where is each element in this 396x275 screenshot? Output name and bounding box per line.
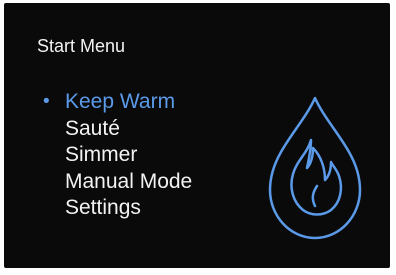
menu-item-label: Settings (65, 196, 141, 220)
menu-item-label: Simmer (65, 143, 138, 167)
flame-icon (267, 94, 363, 244)
menu-title: Start Menu (37, 36, 126, 56)
menu-item-label: Manual Mode (65, 169, 193, 193)
selection-bullet-icon: • (43, 91, 50, 113)
menu-item-manual-mode[interactable]: Manual Mode (43, 169, 192, 196)
menu-item-keep-warm[interactable]: • Keep Warm (43, 89, 192, 116)
menu-item-simmer[interactable]: Simmer (43, 142, 192, 169)
menu-item-saute[interactable]: Sauté (43, 116, 192, 143)
menu-item-label: Sauté (65, 116, 120, 140)
start-menu-list: • Keep Warm Sauté Simmer Manual Mode Set… (43, 89, 192, 222)
menu-item-label: Keep Warm (65, 90, 176, 114)
menu-item-settings[interactable]: Settings (43, 195, 192, 222)
cooker-display: Start Menu • Keep Warm Sauté Simmer Manu… (4, 3, 390, 268)
